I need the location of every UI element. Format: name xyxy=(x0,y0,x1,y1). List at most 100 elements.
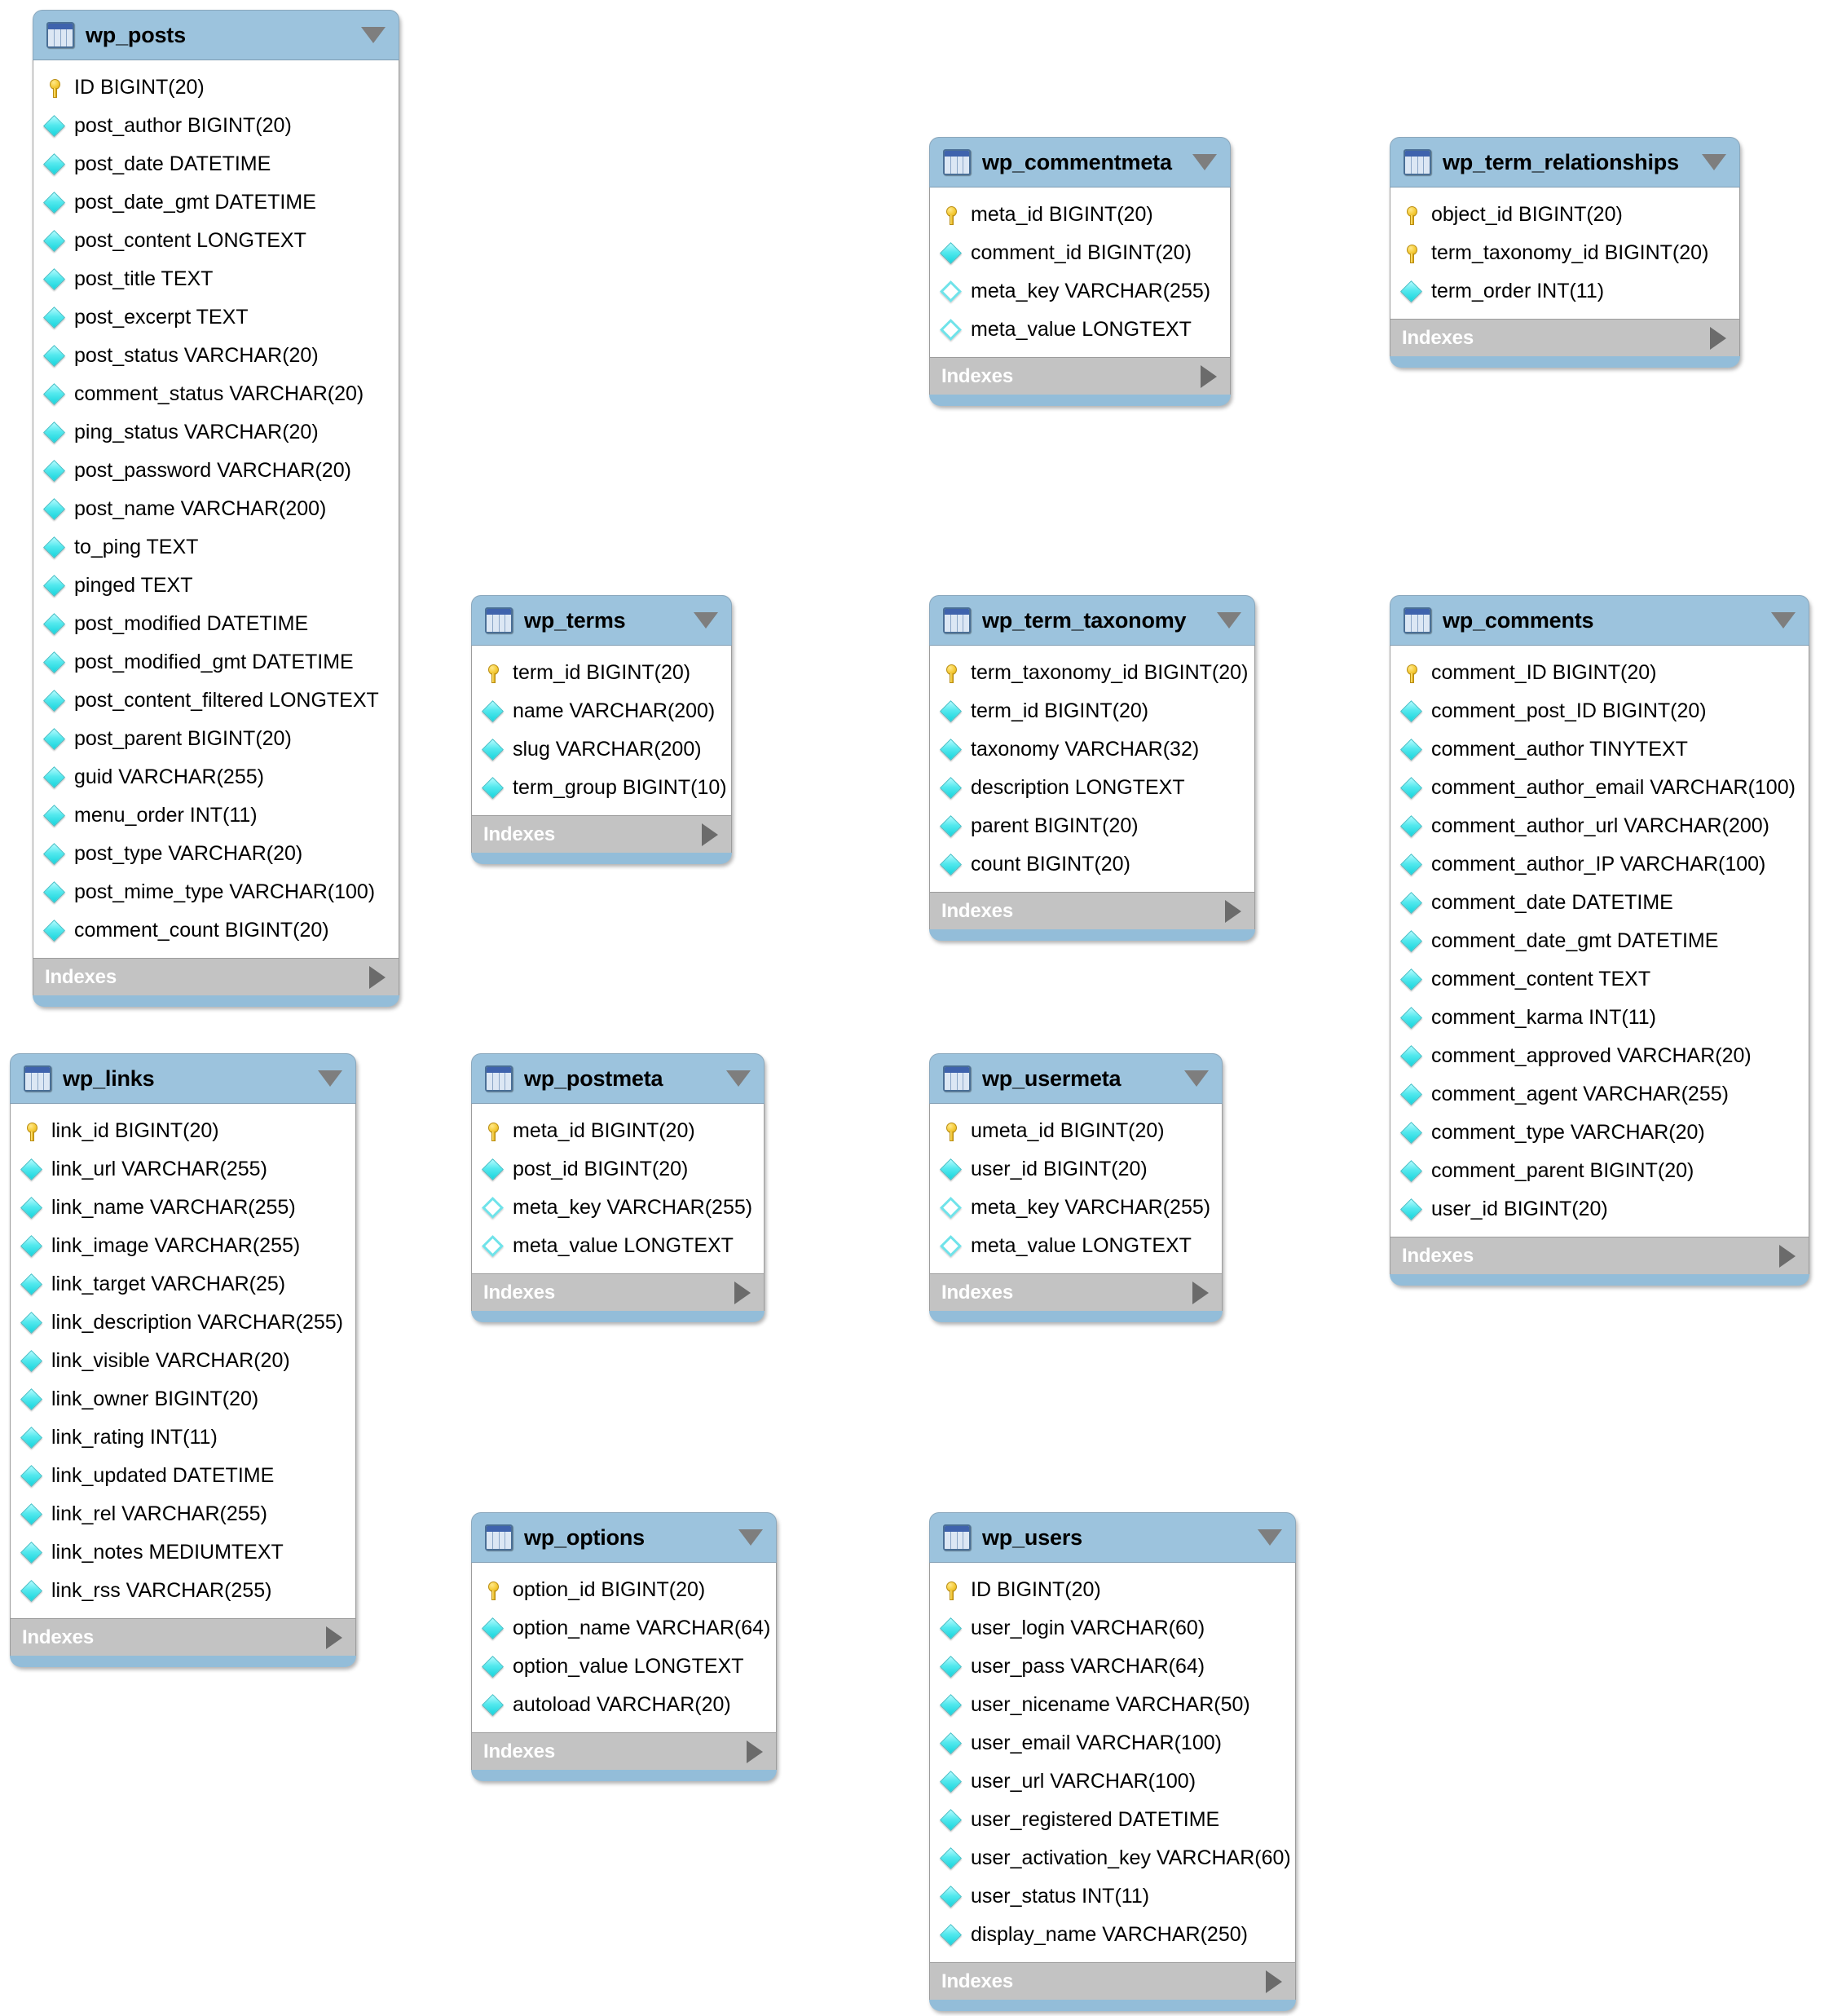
entity-table-wp_users[interactable]: wp_users ID BIGINT(20) user_login VARCHAR(… xyxy=(929,1512,1296,2011)
column-row[interactable]: autoload VARCHAR(20) xyxy=(472,1686,776,1724)
column-row[interactable]: comment_status VARCHAR(20) xyxy=(33,375,399,413)
chevron-right-icon[interactable] xyxy=(1201,364,1217,388)
column-row[interactable]: term_id BIGINT(20) xyxy=(930,692,1254,730)
column-row[interactable]: term_group BIGINT(10) xyxy=(472,769,731,807)
entity-header[interactable]: wp_term_taxonomy xyxy=(929,595,1255,646)
column-row[interactable]: post_status VARCHAR(20) xyxy=(33,337,399,375)
column-row[interactable]: link_notes MEDIUMTEXT xyxy=(11,1533,355,1572)
column-row[interactable]: parent BIGINT(20) xyxy=(930,807,1254,845)
chevron-right-icon[interactable] xyxy=(1192,1281,1209,1304)
chevron-right-icon[interactable] xyxy=(702,823,718,846)
column-row[interactable]: link_owner BIGINT(20) xyxy=(11,1380,355,1418)
column-row[interactable]: user_status INT(11) xyxy=(930,1877,1295,1916)
column-row[interactable]: option_value LONGTEXT xyxy=(472,1648,776,1686)
column-row[interactable]: link_name VARCHAR(255) xyxy=(11,1189,355,1227)
column-row[interactable]: to_ping TEXT xyxy=(33,528,399,567)
column-row[interactable]: post_password VARCHAR(20) xyxy=(33,452,399,490)
indexes-footer[interactable]: Indexes xyxy=(929,1962,1296,2000)
chevron-right-icon[interactable] xyxy=(1779,1244,1796,1268)
entity-header[interactable]: wp_comments xyxy=(1390,595,1809,646)
entity-table-wp_term_taxonomy[interactable]: wp_term_taxonomy term_taxonomy_id BIGINT(… xyxy=(929,595,1255,941)
column-row[interactable]: display_name VARCHAR(250) xyxy=(930,1916,1295,1954)
entity-table-wp_postmeta[interactable]: wp_postmeta meta_id BIGINT(20) post_id BIG… xyxy=(471,1053,765,1322)
column-row[interactable]: term_id BIGINT(20) xyxy=(472,654,731,692)
entity-table-wp_links[interactable]: wp_links link_id BIGINT(20) link_url VARCH… xyxy=(10,1053,356,1667)
column-row[interactable]: link_description VARCHAR(255) xyxy=(11,1304,355,1342)
column-row[interactable]: guid VARCHAR(255) xyxy=(33,758,399,796)
column-row[interactable]: link_rating INT(11) xyxy=(11,1418,355,1457)
column-row[interactable]: comment_content TEXT xyxy=(1390,960,1809,999)
chevron-right-icon[interactable] xyxy=(1266,1970,1282,1993)
column-row[interactable]: slug VARCHAR(200) xyxy=(472,730,731,769)
column-row[interactable]: comment_ID BIGINT(20) xyxy=(1390,654,1809,692)
column-row[interactable]: comment_karma INT(11) xyxy=(1390,999,1809,1037)
indexes-footer[interactable]: Indexes xyxy=(33,958,399,995)
entity-header[interactable]: wp_terms xyxy=(471,595,732,646)
column-row[interactable]: link_rel VARCHAR(255) xyxy=(11,1495,355,1533)
column-row[interactable]: ID BIGINT(20) xyxy=(930,1571,1295,1609)
column-row[interactable]: post_modified_gmt DATETIME xyxy=(33,643,399,682)
column-row[interactable]: user_login VARCHAR(60) xyxy=(930,1609,1295,1648)
column-row[interactable]: user_email VARCHAR(100) xyxy=(930,1724,1295,1762)
entity-header[interactable]: wp_term_relationships xyxy=(1390,137,1740,187)
column-row[interactable]: menu_order INT(11) xyxy=(33,796,399,835)
column-row[interactable]: comment_author_IP VARCHAR(100) xyxy=(1390,845,1809,884)
chevron-down-icon[interactable] xyxy=(1217,612,1241,629)
column-row[interactable]: comment_author TINYTEXT xyxy=(1390,730,1809,769)
column-row[interactable]: post_type VARCHAR(20) xyxy=(33,835,399,873)
indexes-footer[interactable]: Indexes xyxy=(471,1732,777,1770)
entity-table-wp_posts[interactable]: wp_posts ID BIGINT(20) post_author BIGINT(… xyxy=(33,10,399,1007)
chevron-right-icon[interactable] xyxy=(747,1740,763,1763)
column-row[interactable]: link_image VARCHAR(255) xyxy=(11,1227,355,1265)
indexes-footer[interactable]: Indexes xyxy=(929,1273,1223,1311)
column-row[interactable]: user_url VARCHAR(100) xyxy=(930,1762,1295,1801)
column-row[interactable]: count BIGINT(20) xyxy=(930,845,1254,884)
entity-table-wp_commentmeta[interactable]: wp_commentmeta meta_id BIGINT(20) comment_… xyxy=(929,137,1231,406)
column-row[interactable]: post_date_gmt DATETIME xyxy=(33,183,399,222)
column-row[interactable]: post_date DATETIME xyxy=(33,145,399,183)
column-row[interactable]: taxonomy VARCHAR(32) xyxy=(930,730,1254,769)
column-row[interactable]: ID BIGINT(20) xyxy=(33,68,399,107)
column-row[interactable]: post_content_filtered LONGTEXT xyxy=(33,682,399,720)
chevron-down-icon[interactable] xyxy=(1771,612,1796,629)
column-row[interactable]: post_author BIGINT(20) xyxy=(33,107,399,145)
chevron-down-icon[interactable] xyxy=(1192,154,1217,170)
column-row[interactable]: link_target VARCHAR(25) xyxy=(11,1265,355,1304)
entity-header[interactable]: wp_postmeta xyxy=(471,1053,765,1104)
column-row[interactable]: object_id BIGINT(20) xyxy=(1390,196,1739,234)
indexes-footer[interactable]: Indexes xyxy=(1390,1237,1809,1274)
column-row[interactable]: comment_post_ID BIGINT(20) xyxy=(1390,692,1809,730)
column-row[interactable]: comment_author_email VARCHAR(100) xyxy=(1390,769,1809,807)
column-row[interactable]: post_mime_type VARCHAR(100) xyxy=(33,873,399,911)
column-row[interactable]: option_name VARCHAR(64) xyxy=(472,1609,776,1648)
column-row[interactable]: meta_value LONGTEXT xyxy=(472,1227,764,1265)
column-row[interactable]: comment_count BIGINT(20) xyxy=(33,911,399,950)
indexes-footer[interactable]: Indexes xyxy=(10,1618,356,1656)
column-row[interactable]: option_id BIGINT(20) xyxy=(472,1571,776,1609)
chevron-down-icon[interactable] xyxy=(738,1529,763,1546)
column-row[interactable]: user_activation_key VARCHAR(60) xyxy=(930,1839,1295,1877)
column-row[interactable]: link_rss VARCHAR(255) xyxy=(11,1572,355,1610)
entity-header[interactable]: wp_posts xyxy=(33,10,399,60)
entity-table-wp_usermeta[interactable]: wp_usermeta umeta_id BIGINT(20) user_id BI… xyxy=(929,1053,1223,1322)
column-row[interactable]: post_content LONGTEXT xyxy=(33,222,399,260)
entity-header[interactable]: wp_options xyxy=(471,1512,777,1563)
column-row[interactable]: ping_status VARCHAR(20) xyxy=(33,413,399,452)
column-row[interactable]: post_parent BIGINT(20) xyxy=(33,720,399,758)
column-row[interactable]: meta_id BIGINT(20) xyxy=(930,196,1230,234)
entity-table-wp_term_relationships[interactable]: wp_term_relationships object_id BIGINT(20… xyxy=(1390,137,1740,368)
indexes-footer[interactable]: Indexes xyxy=(1390,319,1740,356)
chevron-right-icon[interactable] xyxy=(1710,326,1726,350)
chevron-right-icon[interactable] xyxy=(734,1281,751,1304)
entity-table-wp_options[interactable]: wp_options option_id BIGINT(20) option_nam… xyxy=(471,1512,777,1781)
column-row[interactable]: term_taxonomy_id BIGINT(20) xyxy=(1390,234,1739,272)
column-row[interactable]: comment_date DATETIME xyxy=(1390,884,1809,922)
column-row[interactable]: term_order INT(11) xyxy=(1390,272,1739,311)
column-row[interactable]: user_nicename VARCHAR(50) xyxy=(930,1686,1295,1724)
chevron-down-icon[interactable] xyxy=(726,1070,751,1087)
column-row[interactable]: comment_date_gmt DATETIME xyxy=(1390,922,1809,960)
column-row[interactable]: user_pass VARCHAR(64) xyxy=(930,1648,1295,1686)
indexes-footer[interactable]: Indexes xyxy=(471,1273,765,1311)
column-row[interactable]: meta_key VARCHAR(255) xyxy=(930,1189,1222,1227)
entity-table-wp_comments[interactable]: wp_comments comment_ID BIGINT(20) comment_… xyxy=(1390,595,1809,1286)
